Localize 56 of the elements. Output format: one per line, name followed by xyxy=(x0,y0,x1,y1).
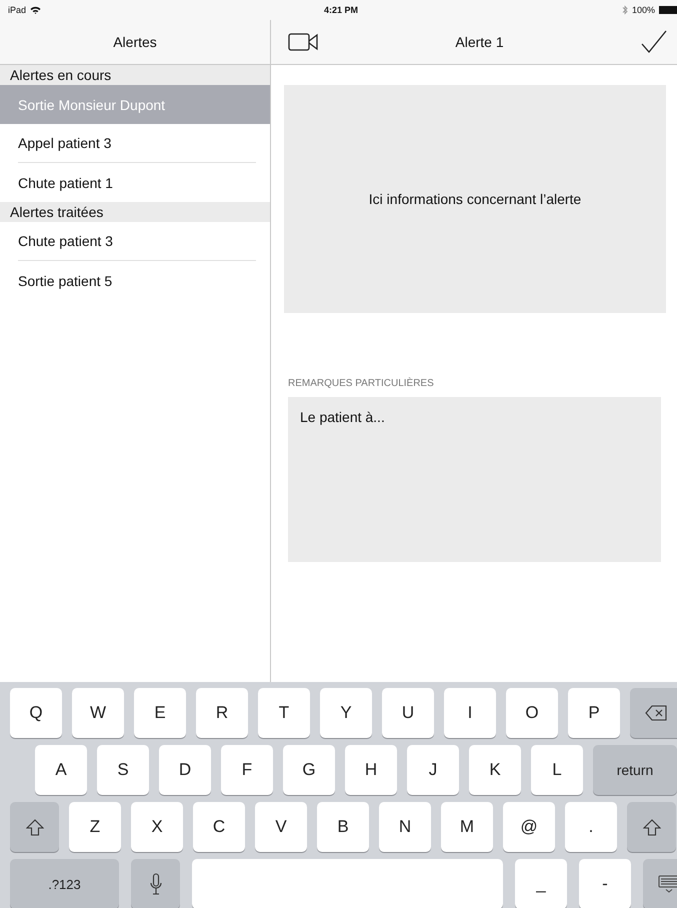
keyboard-key[interactable]: E xyxy=(134,688,186,738)
keyboard-key[interactable]: C xyxy=(193,802,245,852)
microphone-key[interactable] xyxy=(131,859,180,908)
keyboard-key[interactable]: Q xyxy=(10,688,62,738)
detail-title: Alerte 1 xyxy=(455,34,504,50)
keyboard-key[interactable]: I xyxy=(444,688,496,738)
section-header: Alertes traitées xyxy=(0,202,270,222)
status-time: 4:21 PM xyxy=(324,5,358,15)
keyboard-key[interactable]: F xyxy=(221,745,273,795)
keyboard-key[interactable]: G xyxy=(283,745,335,795)
checkmark-icon[interactable] xyxy=(641,30,667,54)
keyboard-key[interactable]: Z xyxy=(69,802,121,852)
keyboard-key[interactable]: J xyxy=(407,745,459,795)
shift-icon xyxy=(642,818,660,836)
microphone-icon xyxy=(150,873,162,895)
master-title: Alertes xyxy=(113,34,157,50)
keyboard-key[interactable]: @ xyxy=(503,802,555,852)
bluetooth-icon xyxy=(622,5,628,15)
battery-icon xyxy=(659,6,677,14)
carrier-label: iPad xyxy=(8,5,26,15)
backspace-key[interactable] xyxy=(630,688,677,738)
battery-percentage: 100% xyxy=(632,5,655,15)
keyboard-icon xyxy=(658,875,677,893)
keyboard-key[interactable]: W xyxy=(72,688,124,738)
remarks-label: REMARQUES PARTICULIÈRES xyxy=(288,378,435,389)
keyboard-key[interactable]: Y xyxy=(320,688,372,738)
keyboard-key[interactable]: N xyxy=(379,802,431,852)
keyboard-key[interactable]: X xyxy=(131,802,183,852)
wifi-icon xyxy=(30,6,42,14)
keyboard-key[interactable]: A xyxy=(35,745,87,795)
numbers-key[interactable]: .?123 xyxy=(10,859,119,908)
keyboard-key[interactable]: L xyxy=(531,745,583,795)
keyboard-key[interactable]: H xyxy=(345,745,397,795)
keyboard-key[interactable]: P xyxy=(568,688,620,738)
keyboard-key[interactable]: D xyxy=(159,745,211,795)
shift-key[interactable] xyxy=(10,802,59,852)
keyboard-key[interactable]: T xyxy=(258,688,310,738)
return-key[interactable]: return xyxy=(593,745,677,795)
keyboard-key[interactable]: R xyxy=(196,688,248,738)
keyboard-key[interactable]: . xyxy=(565,802,617,852)
keyboard-key[interactable]: S xyxy=(97,745,149,795)
keyboard-key[interactable]: V xyxy=(255,802,307,852)
remarks-field[interactable]: Le patient à... xyxy=(288,397,661,562)
video-camera-icon[interactable] xyxy=(288,33,318,51)
keyboard-key[interactable]: - xyxy=(579,859,631,908)
keyboard-key[interactable]: U xyxy=(382,688,434,738)
section-header: Alertes en cours xyxy=(0,65,270,85)
shift-key[interactable] xyxy=(627,802,676,852)
keyboard-key[interactable]: _ xyxy=(515,859,567,908)
keyboard-key[interactable]: M xyxy=(441,802,493,852)
keyboard-key[interactable]: O xyxy=(506,688,558,738)
backspace-icon xyxy=(645,705,667,721)
shift-icon xyxy=(26,818,44,836)
info-text: Ici informations concernant l’alerte xyxy=(368,191,582,207)
keyboard-key[interactable]: B xyxy=(317,802,369,852)
keyboard-key[interactable]: K xyxy=(469,745,521,795)
